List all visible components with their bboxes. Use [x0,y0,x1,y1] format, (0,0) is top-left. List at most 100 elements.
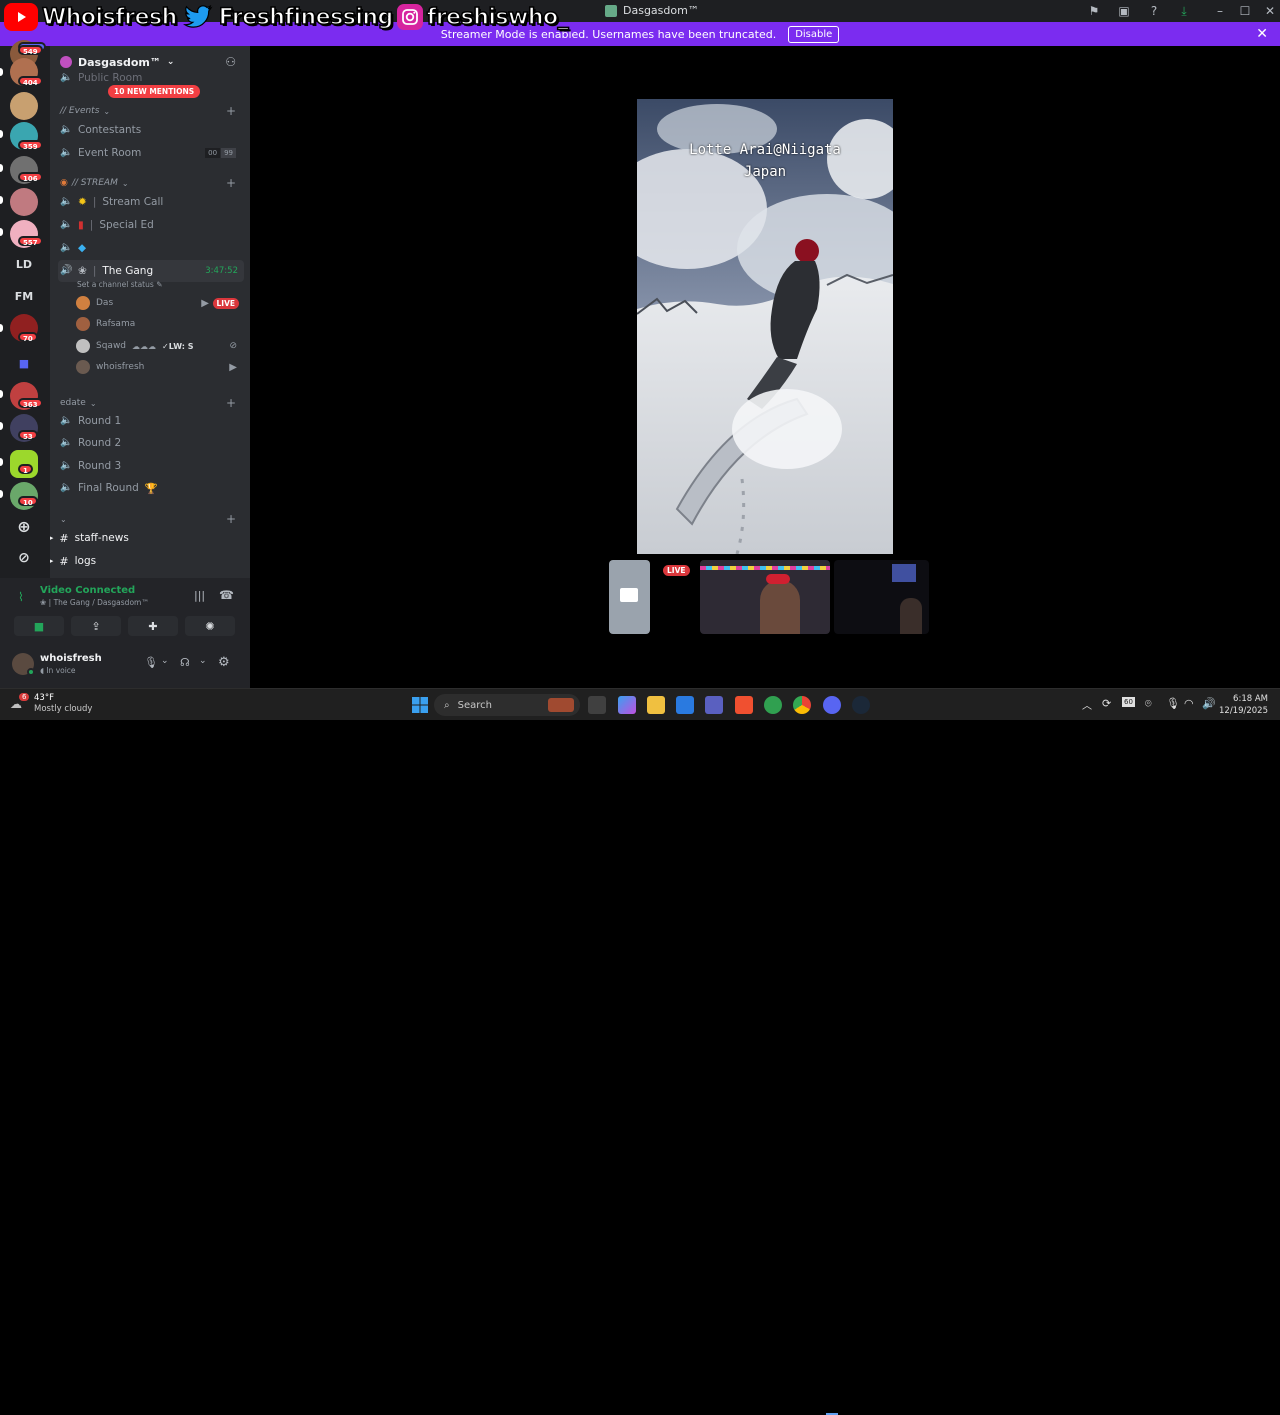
live-badge: LIVE [663,565,690,576]
copilot-icon[interactable] [618,696,636,714]
file-explorer-icon[interactable] [647,696,665,714]
add-channel-icon[interactable]: + [226,396,236,410]
led-lights [700,566,830,570]
member-rafsama[interactable]: Rafsama [76,315,241,333]
channel-round-2[interactable]: 🔈 Round 2 [58,433,244,453]
disable-streamer-button[interactable]: Disable [788,25,840,43]
camera-button[interactable]: ■ [14,616,64,636]
channel-special-ed[interactable]: 🔈 ▮ | Special Ed [58,215,244,235]
weather-widget[interactable]: ☁ 6 43°F Mostly cloudy [10,693,92,715]
chevron-down-icon: ⌄ [103,106,111,116]
channel-round-3[interactable]: 🔈 Round 3 [58,456,244,476]
tray-badge-icon[interactable]: 60 [1122,697,1135,707]
speaker-icon: 🔈 [60,437,73,448]
task-view-icon[interactable] [588,696,606,714]
maximize-icon[interactable]: ☐ [1237,3,1253,19]
channel-public-room[interactable]: 🔈 Public Room [58,72,244,84]
steam-icon[interactable] [852,696,870,714]
app-icon[interactable] [764,696,782,714]
discover-icon[interactable]: ⊘ [10,544,38,572]
channel-the-gang[interactable]: 🔊 ❀ | The Gang 3:47:52 [58,260,244,282]
camera-icon: ■ [33,619,45,633]
channel-final-round[interactable]: 🔈 Final Round 🏆 [58,478,244,498]
disconnect-icon[interactable]: ☎ [219,588,234,602]
category-events[interactable]: // Events ⌄ + [60,104,240,118]
member-name: Rafsama [96,319,136,329]
minimize-icon[interactable]: – [1212,3,1228,19]
member-das[interactable]: Das ▶ LIVE [76,294,241,312]
noise-suppression-icon[interactable]: ||| [194,589,205,602]
brave-icon[interactable] [735,696,753,714]
screen-icon[interactable]: ▣ [1116,3,1132,19]
webcam-thumbnail[interactable] [834,560,929,634]
speaker-icon: 🔈 [60,124,73,135]
store-icon[interactable] [676,696,694,714]
chevron-down-icon: ⌄ [166,57,175,67]
discord-icon[interactable] [823,696,841,714]
new-mentions-pill[interactable]: 10 NEW MENTIONS [108,85,201,98]
chevron-down-icon[interactable]: ⌄ [161,656,169,666]
add-channel-icon[interactable]: + [226,176,236,190]
settings-gear-icon[interactable]: ⚙ [218,655,230,670]
server-icon[interactable] [10,188,38,216]
add-channel-icon[interactable]: + [226,512,236,526]
member-whoisfresh[interactable]: whoisfresh ▶ [76,358,241,376]
channel-stream-call[interactable]: 🔈 ✹ | Stream Call [58,192,244,212]
sync-icon[interactable]: ⟳ [1102,697,1111,710]
category-label: edate [60,398,86,408]
folder-icon[interactable]: ■ [10,349,38,377]
activities-button[interactable]: ✚ [128,616,178,636]
soundboard-button[interactable]: ✺ [185,616,235,636]
webcam-thumbnail[interactable] [700,560,830,634]
stream-thumbnail[interactable] [609,560,650,634]
soundboard-icon: ✺ [205,619,215,633]
deafened-icon: ⊘ [229,341,237,351]
channel-round-1[interactable]: 🔈 Round 1 [58,411,244,431]
category-stream[interactable]: ◉ // STREAM ⌄ + [60,176,240,190]
headphones-icon[interactable]: ☊ [180,656,190,669]
wifi-icon[interactable]: ◠ [1184,697,1194,710]
screen-share-button[interactable]: ⇪ [71,616,121,636]
chevron-down-icon[interactable]: ⌄ [199,656,207,666]
add-server-icon[interactable]: ⊕ [10,512,38,540]
network-icon[interactable]: ⌾ [1145,697,1152,711]
category-edate[interactable]: edate ⌄ + [60,396,240,410]
window-title: Dasgasdom™ [605,4,699,17]
voice-location[interactable]: ❀ | The Gang / Dasgasdom™ [40,598,149,607]
teams-icon[interactable] [705,696,723,714]
close-window-icon[interactable]: ✕ [1262,3,1278,19]
voice-status[interactable]: Video Connected [40,585,135,596]
channel-staff-news[interactable]: ▶ # staff-news [50,528,244,548]
user-name[interactable]: whoisfresh [40,653,102,664]
inbox-flag-icon[interactable]: ⚑ [1086,3,1102,19]
channel-status[interactable]: Set a channel status ✎ [77,280,162,289]
volume-icon[interactable]: 🔊 [1202,697,1216,710]
channel-gem[interactable]: 🔈 ◆ [58,238,244,258]
add-channel-icon[interactable]: + [226,104,236,118]
chrome-icon[interactable] [793,696,811,714]
mic-tray-icon[interactable]: 🎙 [1166,697,1180,710]
taskbar-search[interactable]: ⌕ Search [434,694,580,716]
channel-label: Round 3 [78,460,122,472]
clock[interactable]: 6:18 AM 12/19/2025 [1219,693,1268,717]
unread-pill [0,324,3,332]
channel-contestants[interactable]: 🔈 Contestants [58,120,244,140]
server-icon[interactable] [10,92,38,120]
windows-start-icon[interactable] [411,696,429,714]
close-banner-icon[interactable]: ✕ [1256,26,1268,42]
speaker-icon: 🔈 [60,219,73,230]
category-collapsed[interactable]: ⌄ + [60,512,240,526]
member-sqawd[interactable]: Sqawd ☁☁☁ ✓LW: S ⊘ [76,337,241,355]
download-icon[interactable]: ⤓ [1176,3,1192,19]
focused-stream-video[interactable]: Lotte Arai@Niigata Japan [637,99,893,554]
channel-logs[interactable]: ▶ # logs [50,551,244,571]
help-icon[interactable]: ? [1146,3,1162,19]
channel-event-room[interactable]: 🔈 Event Room 00 99 [58,143,244,163]
mic-icon[interactable]: 🎙 [144,656,158,669]
call-timer: 3:47:52 [205,266,238,276]
server-ld[interactable]: LD [10,250,38,278]
server-fm[interactable]: FM [10,282,38,310]
invite-icon[interactable]: ⚇ [225,55,236,69]
tray-chevron-up-icon[interactable]: ︿ [1082,697,1092,712]
channel-label: The Gang [102,265,154,277]
